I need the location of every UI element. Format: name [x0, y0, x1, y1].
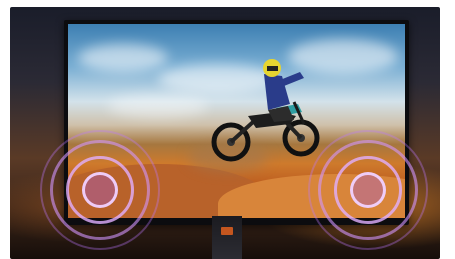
monitor-stand: [212, 216, 242, 259]
left-speaker-icon: [40, 130, 160, 250]
right-speaker-icon: [308, 130, 428, 250]
speaker-core: [350, 172, 386, 208]
scene-frame: [10, 7, 440, 259]
stand-accent: [221, 227, 233, 235]
speaker-core: [82, 172, 118, 208]
